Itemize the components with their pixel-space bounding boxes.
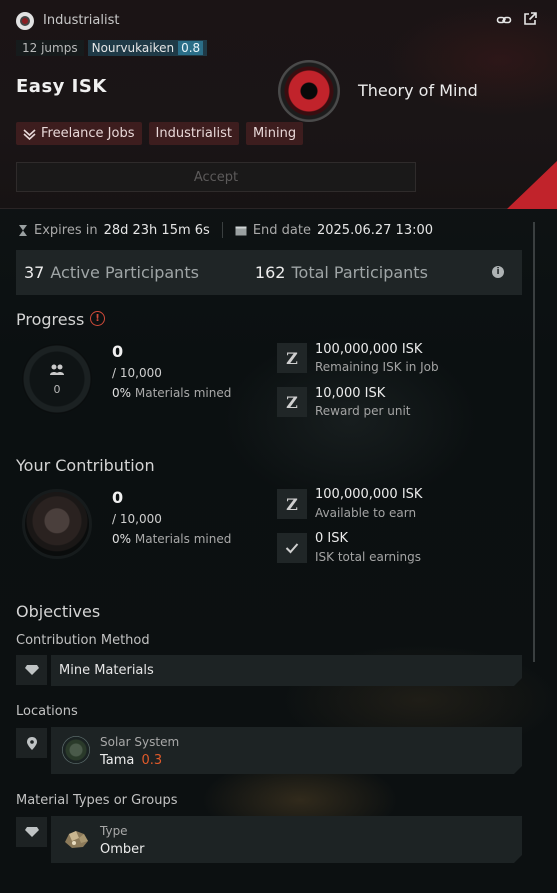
remaining-isk-value: 100,000,000 ISK (315, 342, 423, 357)
objectives-title: Objectives (16, 602, 101, 621)
tag-label: Freelance Jobs (41, 126, 135, 141)
isk-icon: Z (277, 489, 307, 519)
corporation-icon (16, 12, 34, 30)
link-icon[interactable] (496, 12, 512, 28)
ore-icon (16, 817, 47, 847)
ore-icon (16, 655, 47, 685)
location-field[interactable]: Solar System Tama 0.3 (51, 727, 522, 774)
contribution-method-value: Mine Materials (59, 663, 154, 678)
route-info: 12 jumps Nourvukaiken 0.8 (16, 39, 208, 57)
accept-button[interactable]: Accept (16, 162, 416, 192)
external-link-icon[interactable] (522, 11, 538, 27)
active-label: Active Participants (50, 263, 199, 282)
tag-mining[interactable]: Mining (245, 122, 304, 145)
location-info[interactable]: Tama 0.3 (100, 753, 162, 768)
tag-label: Industrialist (155, 126, 232, 141)
hourglass-icon (19, 224, 27, 236)
progress-percent-value: 0% (112, 386, 132, 400)
time-info: Expires in 28d 23h 15m 6s End date 2025.… (18, 222, 433, 238)
isk-icon: Z (277, 343, 307, 373)
locations-label: Locations (16, 704, 78, 719)
contribution-percent-value: 0% (112, 532, 132, 546)
tag-freelance-jobs[interactable]: Freelance Jobs (16, 122, 142, 145)
freelance-icon (23, 128, 36, 140)
participants-icon (50, 364, 64, 375)
solar-system-icon (62, 736, 90, 764)
earned-label: ISK total earnings (315, 550, 421, 564)
alert-icon[interactable]: ! (90, 311, 105, 326)
material-name[interactable]: Omber (100, 842, 145, 857)
corporation-label: Industrialist (43, 13, 120, 28)
contribution-total: / 10,000 (112, 512, 162, 526)
reward-label: Reward per unit (315, 404, 411, 418)
expires-label: Expires in (34, 222, 98, 238)
material-types-label: Material Types or Groups (16, 793, 178, 808)
material-field[interactable]: Type Omber (51, 816, 522, 863)
progress-total: / 10,000 (112, 366, 162, 380)
available-label: Available to earn (315, 506, 417, 520)
progress-title: Progress (16, 310, 85, 329)
remaining-isk-label: Remaining ISK in Job (315, 360, 439, 374)
isk-icon: Z (277, 387, 307, 417)
material-type-label: Type (100, 824, 128, 838)
location-pin-icon (16, 728, 47, 758)
contribution-title: Your Contribution (16, 456, 155, 475)
scrollbar[interactable] (533, 222, 535, 662)
system-link[interactable]: Nourvukaiken 0.8 (87, 40, 208, 56)
divider (221, 222, 223, 238)
tag-list: Freelance Jobs Industrialist Mining (16, 122, 304, 145)
checkmark-icon (277, 533, 307, 563)
expires-value: 28d 23h 15m 6s (103, 222, 210, 238)
system-security: 0.8 (178, 41, 204, 55)
tag-industrialist[interactable]: Industrialist (148, 122, 239, 145)
location-type: Solar System (100, 735, 180, 749)
contribution-method-field[interactable]: Mine Materials (51, 655, 522, 686)
contribution-percent: 0% Materials mined (112, 532, 231, 546)
location-security: 0.3 (141, 753, 163, 768)
active-count: 37 (24, 263, 45, 282)
calendar-icon (235, 226, 247, 235)
owner-name[interactable]: Theory of Mind (358, 81, 478, 100)
owner-logo[interactable] (278, 60, 340, 122)
corner-accent (507, 161, 557, 209)
progress-amount: 0 (112, 342, 124, 361)
job-header: Industrialist 12 jumps Nourvukaiken 0.8 … (0, 0, 557, 209)
reward-value: 10,000 ISK (315, 386, 386, 401)
contribution-amount: 0 (112, 488, 124, 507)
total-label: Total Participants (291, 263, 428, 282)
jumps-count: 12 jumps (16, 40, 84, 56)
total-count: 162 (254, 263, 286, 282)
progress-percent: 0% Materials mined (112, 386, 231, 400)
location-name: Tama (100, 753, 135, 768)
available-value: 100,000,000 ISK (315, 487, 423, 502)
info-icon[interactable]: i (492, 266, 504, 278)
tag-label: Mining (252, 126, 297, 141)
progress-ring: 0 (22, 344, 92, 414)
end-date-label: End date (252, 222, 311, 238)
contribution-percent-label: Materials mined (134, 532, 232, 546)
end-date-value: 2025.06.27 13:00 (316, 222, 434, 238)
participants-bar: 37 Active Participants 162 Total Partici… (16, 250, 522, 295)
ring-value: 0 (53, 382, 61, 396)
contribution-method-label: Contribution Method (16, 633, 150, 648)
omber-ore-icon (62, 828, 90, 850)
earned-value: 0 ISK (315, 531, 349, 546)
character-portrait[interactable] (22, 489, 92, 559)
system-name: Nourvukaiken (91, 41, 175, 55)
job-title: Easy ISK (16, 76, 107, 97)
progress-percent-label: Materials mined (134, 386, 232, 400)
